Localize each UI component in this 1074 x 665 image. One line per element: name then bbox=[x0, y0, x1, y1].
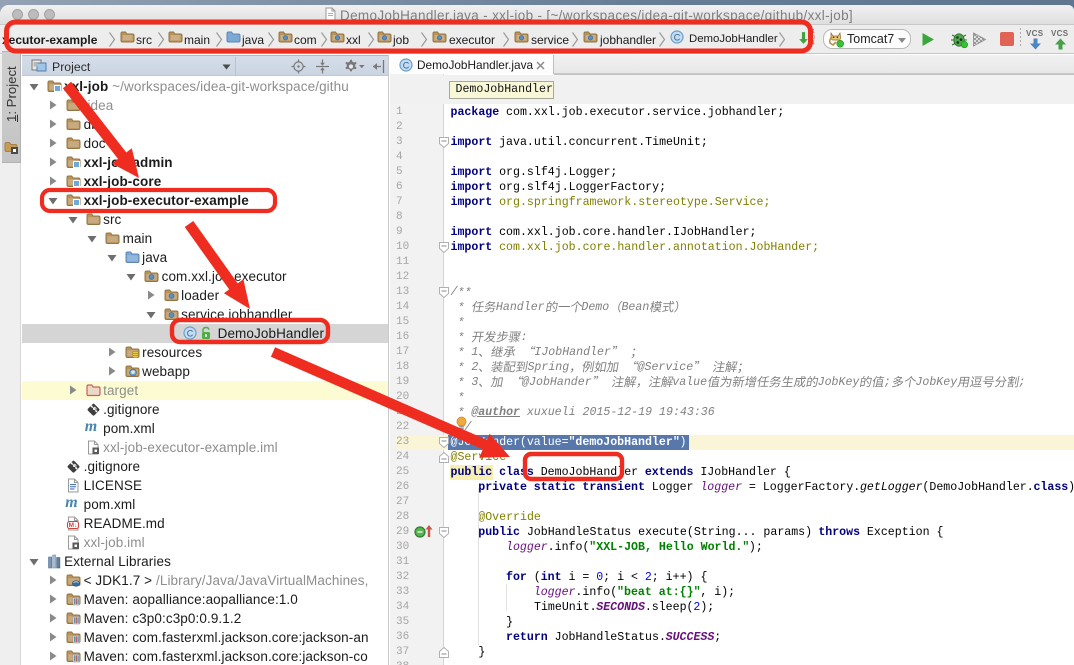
svg-text:C: C bbox=[403, 60, 410, 70]
svg-text:C: C bbox=[674, 32, 681, 42]
